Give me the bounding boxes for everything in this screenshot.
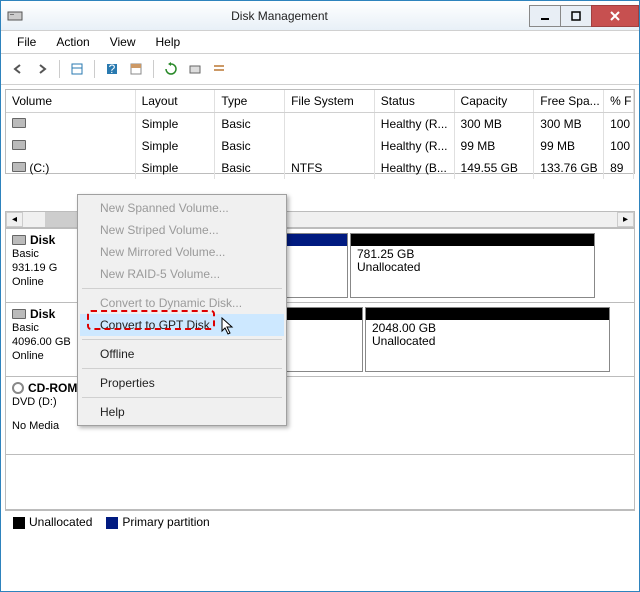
col-capacity[interactable]: Capacity <box>455 90 535 112</box>
menu-view[interactable]: View <box>100 33 146 51</box>
ctx-new-mirrored: New Mirrored Volume... <box>80 241 284 263</box>
disk-icon <box>12 309 26 319</box>
ctx-new-spanned: New Spanned Volume... <box>80 197 284 219</box>
back-button[interactable] <box>7 58 29 80</box>
scroll-right-button[interactable]: ▸ <box>617 212 634 227</box>
show-hide-button[interactable] <box>66 58 88 80</box>
ctx-help[interactable]: Help <box>80 401 284 423</box>
help-icon[interactable]: ? <box>101 58 123 80</box>
refresh-icon[interactable] <box>160 58 182 80</box>
col-type[interactable]: Type <box>215 90 285 112</box>
ctx-convert-gpt[interactable]: Convert to GPT Disk <box>80 314 284 336</box>
view-top-icon[interactable] <box>125 58 147 80</box>
window-title: Disk Management <box>29 9 530 23</box>
svg-text:?: ? <box>109 62 116 76</box>
toolbar: ? <box>1 54 639 85</box>
partition[interactable]: 2048.00 GBUnallocated <box>365 307 610 372</box>
menu-help[interactable]: Help <box>146 33 191 51</box>
scroll-left-button[interactable]: ◂ <box>6 212 23 227</box>
disk-mgmt-icon <box>7 8 23 24</box>
rescan-icon[interactable] <box>184 58 206 80</box>
col-filesystem[interactable]: File System <box>285 90 375 112</box>
titlebar: Disk Management <box>1 1 639 31</box>
volume-row[interactable]: SimpleBasicHealthy (R...99 MB99 MB100 <box>6 135 634 157</box>
ctx-new-striped: New Striped Volume... <box>80 219 284 241</box>
volume-list-pane: Volume Layout Type File System Status Ca… <box>5 89 635 174</box>
minimize-button[interactable] <box>529 5 561 27</box>
legend: Unallocated Primary partition <box>5 510 635 533</box>
volume-header: Volume Layout Type File System Status Ca… <box>6 90 634 113</box>
list-icon[interactable] <box>208 58 230 80</box>
col-free[interactable]: Free Spa... <box>534 90 604 112</box>
cdrom-icon <box>12 382 24 394</box>
partition[interactable]: 781.25 GBUnallocated <box>350 233 595 298</box>
ctx-offline[interactable]: Offline <box>80 343 284 365</box>
col-layout[interactable]: Layout <box>136 90 216 112</box>
context-menu: New Spanned Volume... New Striped Volume… <box>77 194 287 426</box>
ctx-new-raid5: New RAID-5 Volume... <box>80 263 284 285</box>
forward-button[interactable] <box>31 58 53 80</box>
legend-unallocated: Unallocated <box>13 515 92 529</box>
col-volume[interactable]: Volume <box>6 90 136 112</box>
ctx-convert-dynamic: Convert to Dynamic Disk... <box>80 292 284 314</box>
legend-primary: Primary partition <box>106 515 209 529</box>
col-percent[interactable]: % F <box>604 90 634 112</box>
menubar: File Action View Help <box>1 31 639 54</box>
close-button[interactable] <box>591 5 639 27</box>
disk-icon <box>12 235 26 245</box>
menu-file[interactable]: File <box>7 33 46 51</box>
col-status[interactable]: Status <box>375 90 455 112</box>
menu-action[interactable]: Action <box>46 33 99 51</box>
volume-row[interactable]: SimpleBasicHealthy (R...300 MB300 MB100 <box>6 113 634 135</box>
ctx-properties[interactable]: Properties <box>80 372 284 394</box>
volume-row[interactable]: (C:)SimpleBasicNTFSHealthy (B...149.55 G… <box>6 157 634 179</box>
maximize-button[interactable] <box>560 5 592 27</box>
